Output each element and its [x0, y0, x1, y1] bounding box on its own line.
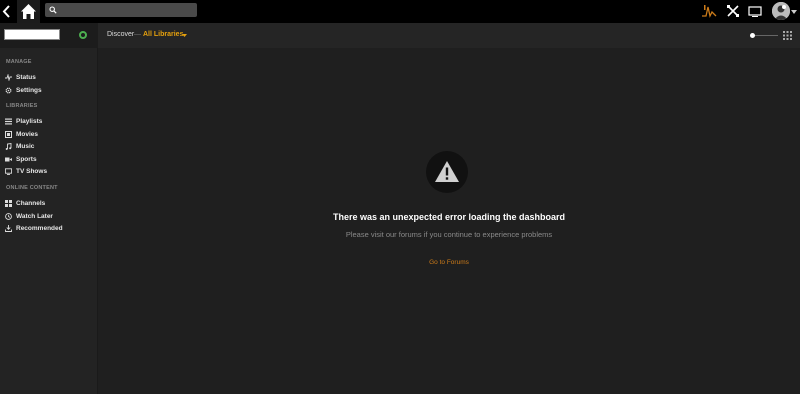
warning-badge	[426, 151, 468, 193]
sidebar-item-recommended[interactable]: Recommended	[5, 223, 63, 233]
playlist-icon	[5, 118, 12, 125]
sidebar-item-label: Recommended	[16, 224, 63, 232]
back-arrow-icon[interactable]	[2, 3, 12, 20]
sidebar-item-channels[interactable]: Channels	[5, 198, 45, 208]
film-icon	[5, 130, 12, 138]
sidebar-item-status[interactable]: Status	[5, 72, 36, 82]
video-camera-icon	[5, 156, 12, 163]
top-bar	[0, 0, 800, 23]
breadcrumb-discover[interactable]: Discover	[107, 31, 134, 38]
search-input[interactable]	[59, 3, 193, 17]
sub-header: Discover — All Libraries	[98, 23, 800, 48]
tv-icon	[5, 167, 12, 175]
avatar[interactable]	[772, 2, 790, 20]
music-note-icon	[5, 142, 12, 150]
sidebar: MANAGE Status Settings LIBRARIES Playlis…	[0, 23, 98, 394]
home-button[interactable]	[17, 0, 40, 23]
clock-icon	[5, 212, 12, 220]
slider-handle[interactable]	[750, 33, 755, 38]
section-title-libraries: LIBRARIES	[6, 103, 38, 109]
sidebar-item-label: Settings	[16, 86, 42, 94]
poster-size-slider[interactable]	[752, 35, 778, 36]
user-avatar-icon	[772, 2, 790, 20]
server-name-box[interactable]	[4, 29, 60, 40]
sidebar-item-playlists[interactable]: Playlists	[5, 116, 42, 126]
section-title-manage: MANAGE	[6, 59, 32, 65]
sidebar-item-movies[interactable]: Movies	[5, 129, 38, 139]
section-title-online-content: ONLINE CONTENT	[6, 185, 58, 191]
error-title: There was an unexpected error loading th…	[332, 212, 566, 222]
breadcrumb-separator: —	[134, 31, 141, 38]
sidebar-item-label: Status	[16, 73, 36, 81]
error-subtitle: Please visit our forums if you continue …	[345, 230, 553, 239]
grid-icon	[5, 199, 12, 207]
search-icon	[49, 6, 57, 14]
sidebar-item-label: TV Shows	[16, 167, 48, 175]
sidebar-item-label: Watch Later	[16, 212, 53, 220]
sidebar-item-label: Sports	[16, 155, 37, 163]
download-icon	[5, 224, 12, 232]
sidebar-item-watch-later[interactable]: Watch Later	[5, 211, 53, 221]
go-to-forums-link[interactable]: Go to Forums	[98, 259, 800, 266]
server-selector[interactable]	[0, 23, 98, 48]
home-icon	[21, 4, 36, 19]
sidebar-item-label: Music	[16, 142, 35, 150]
sidebar-item-label: Channels	[16, 199, 46, 207]
search-bar[interactable]	[45, 3, 197, 17]
gear-icon	[5, 87, 12, 94]
grid-view-icon[interactable]	[783, 31, 792, 40]
warning-triangle-icon	[435, 161, 459, 182]
chevron-down-icon[interactable]	[182, 34, 187, 37]
sidebar-item-sports[interactable]: Sports	[5, 154, 37, 164]
activity-monitor-icon[interactable]	[701, 3, 717, 19]
sidebar-item-tv-shows[interactable]: TV Shows	[5, 166, 47, 176]
chevron-down-icon[interactable]	[791, 10, 797, 14]
activity-icon	[5, 73, 12, 81]
main-content: There was an unexpected error loading th…	[98, 48, 800, 394]
sidebar-item-label: Movies	[16, 130, 39, 138]
sidebar-item-label: Playlists	[16, 117, 43, 125]
cast-screen-icon[interactable]	[747, 3, 763, 19]
server-status-indicator	[79, 31, 87, 39]
tools-icon[interactable]	[725, 3, 741, 19]
sidebar-item-music[interactable]: Music	[5, 141, 34, 151]
sidebar-item-settings[interactable]: Settings	[5, 85, 42, 95]
library-dropdown[interactable]: All Libraries	[143, 31, 183, 38]
